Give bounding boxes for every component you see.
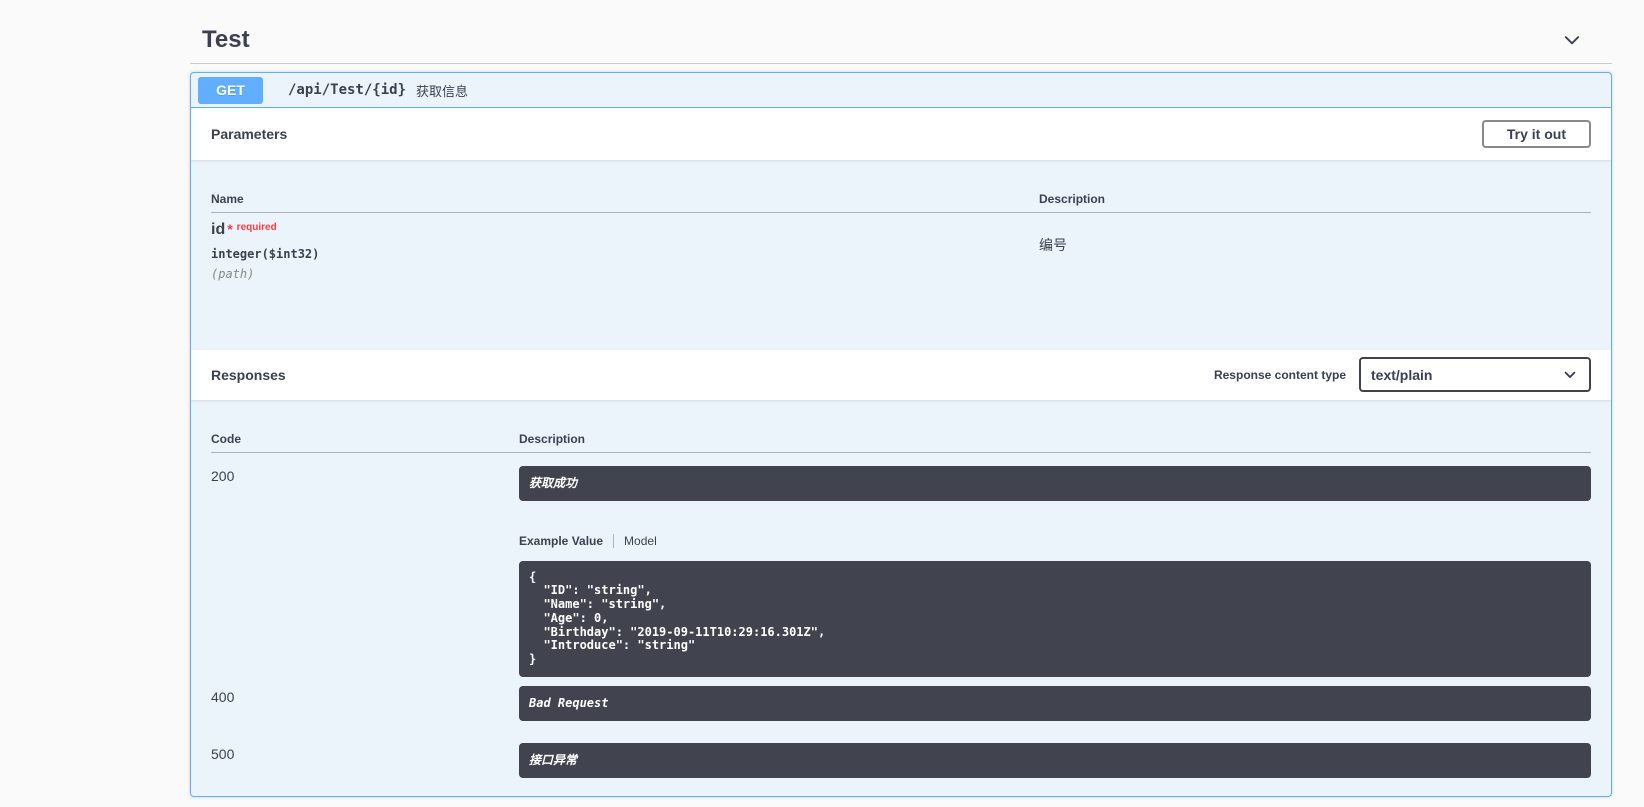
tag-header[interactable]: Test: [190, 0, 1612, 64]
chevron-down-icon: [1563, 368, 1577, 382]
operation-summary[interactable]: GET /api/Test/{id} 获取信息: [191, 73, 1611, 108]
parameters-description-column-header: Description: [1039, 178, 1591, 213]
method-badge: GET: [198, 76, 263, 104]
response-row-400: 400 Bad Request: [211, 686, 1591, 722]
responses-table: Code Description 200 获取成功 Example Value: [211, 417, 1591, 779]
parameter-row: id * required integer($int32) (path) 编号: [211, 213, 1591, 332]
response-description-bar: 获取成功: [519, 465, 1591, 501]
parameters-title: Parameters: [211, 126, 288, 142]
response-content-type-label: Response content type: [1213, 367, 1346, 382]
tab-example-value[interactable]: Example Value: [519, 534, 603, 548]
parameter-type: integer($int32): [211, 247, 320, 261]
tab-model[interactable]: Model: [613, 533, 657, 548]
response-row-200: 200 获取成功 Example Value Model { "ID": "st…: [211, 452, 1591, 686]
responses-description-column-header: Description: [519, 417, 1591, 453]
swagger-content: Test GET /api/Test/{id} 获取信息 Parameters …: [190, 0, 1612, 798]
chevron-down-icon[interactable]: [1562, 30, 1582, 50]
responses-title: Responses: [211, 366, 286, 383]
response-row-500: 500 接口异常: [211, 721, 1591, 779]
parameters-table: Name Description id * required integer($in…: [211, 178, 1591, 332]
operation-description: 获取信息: [416, 83, 469, 99]
response-code: 500: [211, 746, 235, 763]
response-content-type-select[interactable]: text/plain: [1359, 357, 1591, 392]
operation-block-get: GET /api/Test/{id} 获取信息 Parameters Try i…: [190, 72, 1612, 798]
response-description-bar: 接口异常: [519, 743, 1591, 779]
parameters-header: Parameters Try it out: [191, 108, 1611, 160]
response-content-type-value: text/plain: [1371, 366, 1433, 383]
operation-path: /api/Test/{id}: [288, 82, 407, 98]
example-value-code-block: { "ID": "string", "Name": "string", "Age…: [519, 560, 1591, 678]
responses-body: Code Description 200 获取成功 Example Value: [191, 400, 1611, 797]
parameter-description: 编号: [1039, 237, 1067, 253]
required-label: required: [236, 222, 277, 233]
response-code: 200: [211, 467, 235, 484]
parameter-name: id * required: [211, 221, 277, 238]
response-content-type-group: Response content type text/plain: [1214, 357, 1591, 392]
parameters-name-column-header: Name: [211, 178, 1039, 213]
parameters-body: Name Description id * required integer($in…: [191, 160, 1611, 350]
response-description-bar: Bad Request: [519, 686, 1591, 722]
page-title: Test: [202, 25, 250, 53]
parameter-location: (path): [211, 267, 255, 281]
required-star: *: [227, 221, 233, 237]
responses-header: Responses Response content type text/pla…: [191, 349, 1611, 400]
responses-code-column-header: Code: [211, 417, 519, 453]
response-code: 400: [211, 689, 235, 706]
example-model-tabs: Example Value Model: [519, 533, 1591, 548]
try-it-out-button[interactable]: Try it out: [1481, 120, 1591, 148]
